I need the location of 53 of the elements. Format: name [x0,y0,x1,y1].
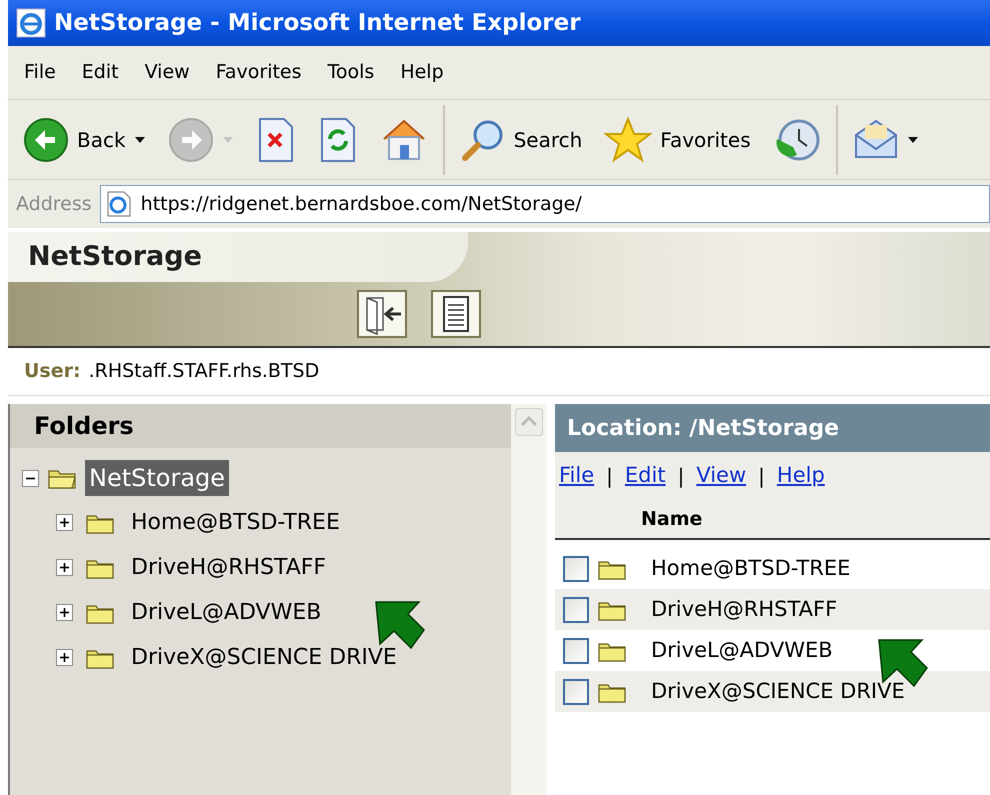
file-name: DriveH@RHSTAFF [651,596,838,623]
menu-separator: | [678,463,684,490]
file-name: DriveX@SCIENCE DRIVE [651,678,905,705]
address-label: Address [16,192,92,217]
checkbox[interactable] [563,596,589,622]
dropdown-caret-icon[interactable] [906,136,919,144]
menu-link[interactable]: File [559,460,594,492]
star-icon[interactable] [604,116,652,162]
menu-separator: | [606,463,613,490]
menu-item[interactable]: Tools [328,58,374,87]
checkbox[interactable] [563,678,589,704]
menu-item[interactable]: View [144,58,190,87]
expand-icon[interactable] [56,514,73,531]
file-name: DriveL@ADVWEB [651,636,833,664]
user-label: User: [24,359,81,384]
menu-item[interactable]: File [24,58,56,87]
menu-item[interactable]: Favorites [216,58,302,87]
tree-item[interactable]: DriveX@SCIENCE DRIVE [127,641,401,674]
panel-heading: Folders [34,411,134,442]
menu-separator: | [758,463,765,490]
menu-link[interactable]: Help [776,460,825,492]
page-icon [104,190,133,218]
tree-item[interactable]: NetStorage [85,460,230,496]
banner-title: NetStorage [28,240,202,274]
menu-item[interactable]: Edit [82,58,119,87]
menu-item[interactable]: Help [400,58,444,87]
checkbox[interactable] [563,556,589,582]
menu-link[interactable]: View [696,460,746,492]
column-heading: Name [641,506,702,532]
expand-icon[interactable] [56,559,73,576]
address-field[interactable]: https://ridgenet.bernardsboe.com/NetStorage/ [100,185,990,223]
file-name: Home@BTSD-TREE [651,554,850,582]
collapse-icon[interactable] [22,470,39,486]
checkbox[interactable] [563,638,589,664]
menu-link[interactable]: Edit [624,460,666,492]
tree-item[interactable]: DriveH@RHSTAFF [127,551,330,584]
dropdown-caret-icon[interactable] [134,136,146,144]
user-name: .RHStaff.STAFF.rhs.BTSD [88,359,320,384]
file-row[interactable]: DriveH@RHSTAFF [555,589,990,630]
pointer-arrow-icon [374,600,426,650]
location-title: Location: /NetStorage [567,414,840,442]
browser-logo-icon [16,8,46,38]
expand-icon[interactable] [56,649,73,666]
tree-item[interactable]: DriveL@ADVWEB [127,596,326,629]
expand-icon[interactable] [56,604,73,621]
tree-item[interactable]: Home@BTSD-TREE [127,506,344,539]
back-button[interactable]: Back [20,114,149,166]
search-button[interactable]: Search [456,114,586,166]
file-row[interactable]: DriveX@SCIENCE DRIVE [555,671,990,712]
exit-door-icon[interactable] [357,290,407,338]
favorites-button[interactable]: Favorites [601,114,754,166]
window-title: NetStorage - Microsoft Internet Explorer [54,8,581,38]
notepad-icon[interactable] [431,290,481,338]
